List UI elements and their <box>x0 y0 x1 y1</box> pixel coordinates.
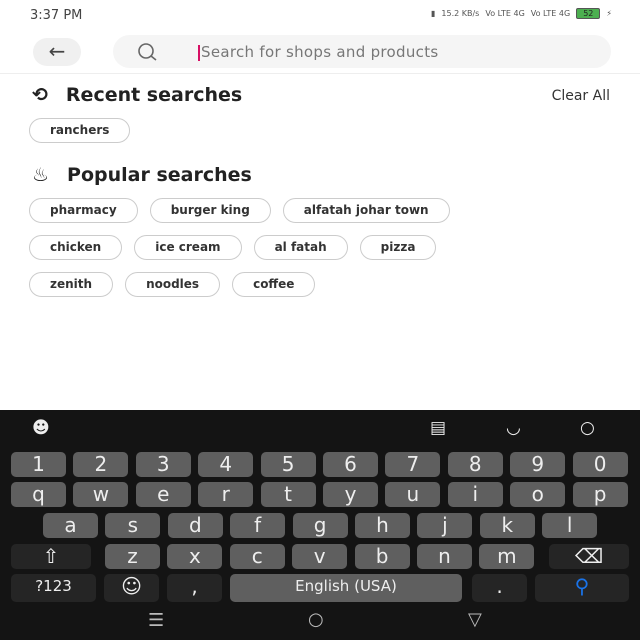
search-header: ← Search for shops and products <box>0 32 640 74</box>
sticker-icon[interactable]: ☻ <box>32 418 50 438</box>
key-u[interactable]: u <box>385 482 441 507</box>
popular-searches-heading: ♨ Popular searches <box>32 164 252 186</box>
key-7[interactable]: 7 <box>385 452 441 477</box>
search-icon <box>138 43 157 61</box>
comma-key[interactable]: , <box>167 574 222 602</box>
popular-chip[interactable]: pizza <box>359 235 437 260</box>
flame-icon: ♨ <box>32 164 50 186</box>
key-1[interactable]: 1 <box>11 452 66 477</box>
key-o[interactable]: o <box>510 482 566 507</box>
key-r[interactable]: r <box>198 482 254 507</box>
key-j[interactable]: j <box>417 513 473 538</box>
key-n[interactable]: n <box>417 544 472 569</box>
network-speed: 15.2 KB/s <box>441 9 480 18</box>
key-0[interactable]: 0 <box>572 452 628 477</box>
key-d[interactable]: d <box>167 513 223 538</box>
key-3[interactable]: 3 <box>135 452 191 477</box>
back-button[interactable]: ← <box>33 38 81 66</box>
status-bar: 3:37 PM ▮ 15.2 KB/s Vo LTE 4G Vo LTE 4G … <box>0 0 640 32</box>
period-key[interactable]: . <box>472 574 527 602</box>
key-b[interactable]: b <box>354 544 410 569</box>
shift-key[interactable]: ⇧ <box>11 544 91 569</box>
key-i[interactable]: i <box>447 482 503 507</box>
recent-apps-button[interactable]: ☰ <box>148 610 164 631</box>
popular-chip[interactable]: burger king <box>149 198 271 223</box>
clock: 3:37 PM <box>30 8 83 23</box>
backspace-key[interactable]: ⌫ <box>549 544 629 569</box>
key-e[interactable]: e <box>135 482 191 507</box>
sim1-signal: Vo LTE 4G <box>485 9 525 18</box>
key-q[interactable]: q <box>11 482 66 507</box>
key-y[interactable]: y <box>323 482 378 507</box>
status-icons: ▮ 15.2 KB/s Vo LTE 4G Vo LTE 4G 52 ⚡ <box>431 8 612 19</box>
vibrate-icon: ▮ <box>430 9 436 18</box>
popular-chip-row: zenith noodles coffee <box>29 272 316 297</box>
battery-icon: 52 <box>576 8 601 19</box>
key-c[interactable]: c <box>229 544 285 569</box>
navigation-bar: ☰ ○ ▽ <box>0 600 640 640</box>
search-key[interactable]: ⚲ <box>535 574 629 602</box>
home-button[interactable]: ○ <box>308 609 324 630</box>
key-x[interactable]: x <box>167 544 223 569</box>
popular-chip[interactable]: chicken <box>29 235 123 260</box>
key-row: asdfghjkl <box>0 513 640 538</box>
key-l[interactable]: l <box>542 513 598 538</box>
recent-title: Recent searches <box>65 84 243 106</box>
key-9[interactable]: 9 <box>510 452 566 477</box>
key-v[interactable]: v <box>292 544 348 569</box>
sim2-signal: Vo LTE 4G <box>530 9 571 18</box>
key-row: 1234567890 <box>0 452 640 477</box>
key-6[interactable]: 6 <box>323 452 378 477</box>
key-row: qwertyuiop <box>0 482 640 507</box>
clear-all-button[interactable]: Clear All <box>552 88 610 104</box>
search-placeholder: Search for shops and products <box>201 43 439 61</box>
popular-chip[interactable]: pharmacy <box>29 198 138 223</box>
key-z[interactable]: z <box>105 544 160 569</box>
arrow-left-icon: ← <box>48 39 66 63</box>
text-cursor <box>198 45 200 61</box>
recent-searches-heading: ⟲ Recent searches <box>32 84 242 106</box>
key-5[interactable]: 5 <box>260 452 316 477</box>
popular-chip[interactable]: ice cream <box>134 235 242 260</box>
key-w[interactable]: w <box>73 482 129 507</box>
key-row: ⇧ z x c v b n m ⌫ <box>0 544 640 569</box>
popular-chip[interactable]: al fatah <box>253 235 348 260</box>
search-input[interactable]: Search for shops and products <box>113 35 611 68</box>
keyboard-search-icon[interactable]: ○ <box>580 418 595 438</box>
key-row: ?123 ☺, English (USA). ⚲ <box>0 574 640 602</box>
charging-icon: ⚡ <box>606 9 612 18</box>
key-m[interactable]: m <box>479 544 535 569</box>
key-4[interactable]: 4 <box>198 452 254 477</box>
key-p[interactable]: p <box>572 482 628 507</box>
symbols-key[interactable]: ?123 <box>11 574 96 602</box>
popular-chip[interactable]: noodles <box>125 272 221 297</box>
key-f[interactable]: f <box>230 513 286 538</box>
space-key[interactable]: English (USA) <box>230 574 462 602</box>
popular-chip[interactable]: alfatah johar town <box>282 198 450 223</box>
popular-chip-row: pharmacy burger king alfatah johar town <box>29 198 450 223</box>
key-s[interactable]: s <box>105 513 161 538</box>
voice-input-icon[interactable]: ◡ <box>506 418 521 438</box>
popular-chip-row: chicken ice cream al fatah pizza <box>29 235 437 260</box>
recent-chips: ranchers <box>29 118 131 143</box>
key-k[interactable]: k <box>479 513 535 538</box>
emoji-key[interactable]: ☺ <box>104 574 159 602</box>
back-nav-button[interactable]: ▽ <box>468 609 482 630</box>
key-t[interactable]: t <box>260 482 316 507</box>
popular-chip[interactable]: coffee <box>232 272 316 297</box>
key-8[interactable]: 8 <box>447 452 503 477</box>
popular-chip[interactable]: zenith <box>29 272 114 297</box>
key-h[interactable]: h <box>355 513 410 538</box>
history-icon: ⟲ <box>32 84 48 106</box>
popular-title: Popular searches <box>67 164 252 186</box>
clipboard-icon[interactable]: ▤ <box>430 418 446 438</box>
recent-chip[interactable]: ranchers <box>29 118 131 143</box>
key-g[interactable]: g <box>292 513 348 538</box>
key-a[interactable]: a <box>43 513 98 538</box>
key-2[interactable]: 2 <box>73 452 129 477</box>
